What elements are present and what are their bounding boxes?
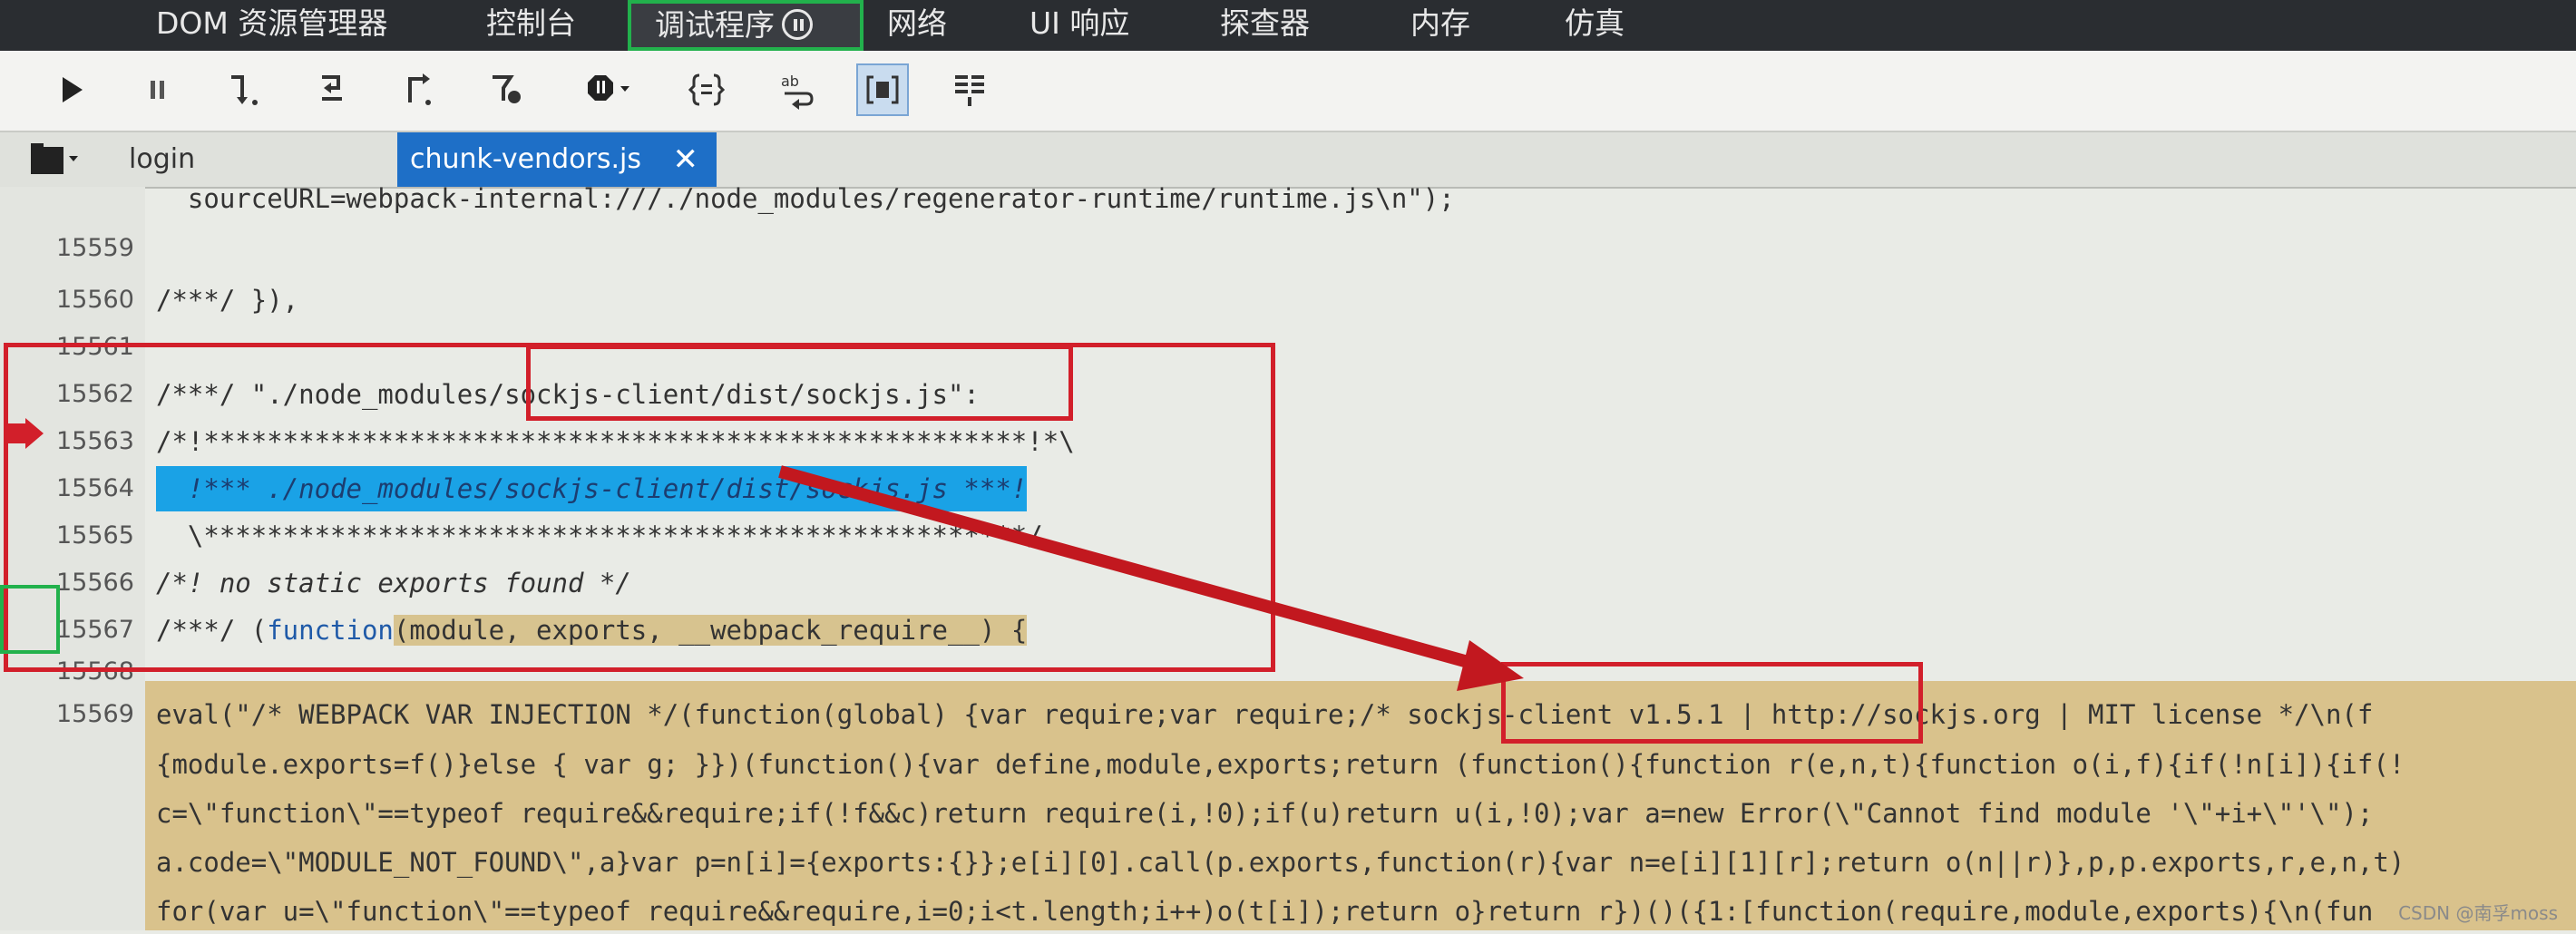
open-file-dropdown[interactable] xyxy=(29,143,80,178)
code-text: a.code=\"MODULE_NOT_FOUND\",a}var p=n[i]… xyxy=(156,847,2405,878)
break-on-new-worker-icon xyxy=(493,75,521,103)
source-map-button[interactable] xyxy=(943,63,996,116)
code-text: c=\"function\"==typeof require&&require;… xyxy=(156,798,2374,829)
exceptions-dropdown[interactable] xyxy=(571,63,644,116)
continue-button[interactable] xyxy=(45,63,98,116)
debugger-toolbar: ab xyxy=(0,51,2576,132)
tab-profiler[interactable]: 探查器 xyxy=(1220,0,1310,51)
annotation-box-sockjs-path xyxy=(526,345,1073,421)
tab-dom-explorer[interactable]: DOM 资源管理器 xyxy=(156,0,387,51)
line-number: 15559 xyxy=(56,234,134,262)
word-wrap-button[interactable]: ab xyxy=(771,63,824,116)
pretty-print-button[interactable] xyxy=(680,63,733,116)
code-line: {module.exports=f()}else { var g; }})(fu… xyxy=(0,742,2576,787)
tab-debugger-label: 调试程序 xyxy=(655,7,775,43)
line-number: 15569 xyxy=(56,700,134,728)
code-line: c=\"function\"==typeof require&&require;… xyxy=(0,791,2576,836)
annotation-box-version xyxy=(1501,662,1923,744)
play-icon xyxy=(63,77,83,102)
code-line: 15569 eval("/* WEBPACK VAR INJECTION */(… xyxy=(0,692,2576,737)
pretty-print-icon xyxy=(688,73,726,106)
step-into-icon xyxy=(322,75,342,101)
code-text: eval("/* WEBPACK VAR INJECTION */(functi… xyxy=(156,699,2374,730)
tab-ui-responsiveness[interactable]: UI 响应 xyxy=(1029,0,1129,51)
just-my-code-toggle[interactable] xyxy=(856,63,909,116)
step-out-icon xyxy=(408,73,431,105)
code-text: {module.exports=f()}else { var g; }})(fu… xyxy=(156,749,2405,780)
break-on-new-worker-button[interactable] xyxy=(481,63,533,116)
watermark: CSDN @南孚moss xyxy=(2398,902,2558,924)
code-line: sourceURL=webpack-internal:///./node_mod… xyxy=(0,176,2576,221)
just-my-code-icon xyxy=(866,75,899,104)
devtools-top-tab-strip: DOM 资源管理器 控制台 调试程序 网络 UI 响应 探查器 内存 仿真 xyxy=(0,0,2576,51)
code-text: /***/ }), xyxy=(156,285,299,316)
tab-memory[interactable]: 内存 xyxy=(1410,0,1470,51)
step-into-button[interactable] xyxy=(308,63,361,116)
word-wrap-icon: ab xyxy=(781,73,814,110)
break-button[interactable] xyxy=(132,63,184,116)
code-text: for(var u=\"function\"==typeof require&&… xyxy=(156,896,2374,927)
file-tab-login-label: login xyxy=(129,143,196,175)
code-text: sourceURL=webpack-internal:///./node_mod… xyxy=(156,183,1455,214)
source-map-icon xyxy=(955,75,984,106)
code-line: a.code=\"MODULE_NOT_FOUND\",a}var p=n[i]… xyxy=(0,840,2576,885)
line-number: 15560 xyxy=(56,286,134,314)
pause-icon xyxy=(151,81,164,99)
code-line: for(var u=\"function\"==typeof require&&… xyxy=(0,889,2576,934)
paused-badge-icon xyxy=(782,8,813,40)
code-line: 15560 /***/ }), xyxy=(0,277,2576,323)
tab-emulation[interactable]: 仿真 xyxy=(1565,0,1625,51)
step-over-icon xyxy=(231,75,258,105)
code-line: 15559 xyxy=(0,226,2576,271)
step-over-button[interactable] xyxy=(218,63,270,116)
tab-network[interactable]: 网络 xyxy=(887,0,947,51)
file-tab-chunk-vendors-label: chunk-vendors.js xyxy=(410,143,642,175)
folder-icon xyxy=(31,143,78,174)
tab-debugger[interactable]: 调试程序 xyxy=(628,0,864,51)
tab-console[interactable]: 控制台 xyxy=(486,0,576,51)
annotation-box-breakpoint xyxy=(0,585,60,654)
step-out-button[interactable] xyxy=(395,63,447,116)
exceptions-icon xyxy=(588,75,629,101)
svg-text:ab: ab xyxy=(781,73,799,90)
